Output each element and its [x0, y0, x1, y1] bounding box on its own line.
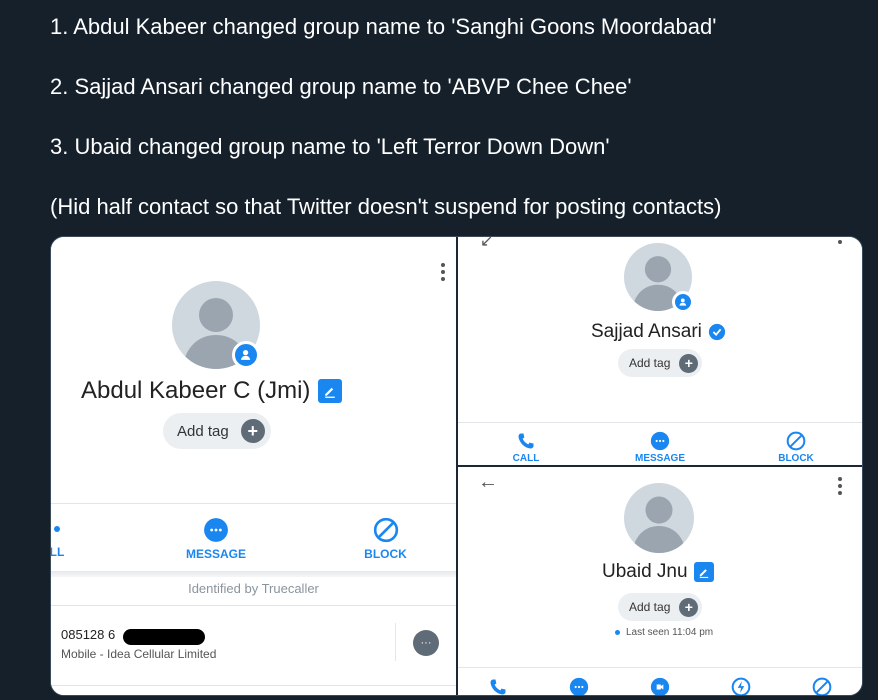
more-options-icon[interactable]	[838, 240, 842, 244]
flash-icon[interactable]	[731, 677, 751, 695]
add-tag-label: Add tag	[629, 600, 671, 614]
phone-icon	[518, 433, 534, 449]
add-tag-button[interactable]: Add tag +	[618, 593, 703, 621]
block-icon	[373, 517, 398, 543]
divider	[458, 422, 862, 423]
contact-name-text: Ubaid Jnu	[602, 561, 688, 582]
last-seen-text: Last seen 11:04 pm	[626, 627, 714, 638]
call-button[interactable]: LL	[51, 517, 77, 559]
chat-icon[interactable]: ···	[413, 630, 439, 656]
add-tag-button[interactable]: Add tag +	[163, 413, 271, 449]
message-icon	[204, 518, 228, 542]
add-tag-label: Add tag	[177, 422, 229, 440]
back-arrow-icon[interactable]: ←	[478, 471, 498, 494]
screenshot-sajjad: ↙ Sajjad Ansari Add tag + CALL MESSAGE B…	[458, 237, 862, 465]
divider	[51, 685, 456, 686]
edit-icon[interactable]	[693, 562, 714, 582]
call-button[interactable]: CALL	[506, 431, 546, 464]
verified-icon	[708, 323, 726, 341]
tweet-line-3: 3. Ubaid changed group name to 'Left Ter…	[50, 134, 610, 159]
contact-name: Sajjad Ansari	[591, 321, 726, 343]
block-icon[interactable]	[812, 677, 832, 695]
online-dot-icon	[615, 630, 620, 635]
divider	[51, 605, 456, 606]
call-label: LL	[51, 545, 65, 559]
tweet-line-4: (Hid half contact so that Twitter doesn'…	[50, 194, 722, 219]
plus-icon: +	[679, 353, 699, 373]
tweet-line-2: 2. Sajjad Ansari changed group name to '…	[50, 74, 632, 99]
tweet-media[interactable]: Abdul Kabeer C (Jmi) Add tag + LL MESSAG…	[50, 236, 863, 696]
block-button[interactable]: BLOCK	[358, 517, 413, 561]
more-options-icon[interactable]	[837, 477, 843, 495]
block-label: BLOCK	[778, 453, 814, 464]
more-options-icon[interactable]	[440, 263, 446, 281]
edit-icon[interactable]	[318, 379, 343, 403]
message-label: MESSAGE	[634, 453, 685, 464]
add-tag-label: Add tag	[629, 356, 671, 370]
phone-icon[interactable]	[488, 677, 508, 695]
contact-name: Ubaid Jnu	[602, 561, 714, 583]
divider	[458, 667, 862, 668]
avatar	[624, 483, 694, 553]
block-icon	[786, 431, 806, 451]
call-label: CALL	[512, 453, 540, 464]
plus-icon: +	[240, 419, 265, 443]
carrier-label: Mobile - Idea Cellular Limited	[61, 647, 217, 661]
contact-badge-icon	[672, 291, 694, 313]
block-button[interactable]: BLOCK	[774, 431, 818, 464]
screenshot-ubaid: ← Ubaid Jnu Add tag + Last seen 11:04 pm	[458, 467, 862, 695]
identified-by-label: Identified by Truecaller	[188, 581, 319, 596]
back-arrow-icon[interactable]: ↙	[480, 237, 493, 251]
video-call-icon[interactable]	[650, 677, 670, 695]
message-button[interactable]: MESSAGE	[628, 431, 692, 464]
plus-icon: +	[679, 597, 699, 617]
last-seen-status: Last seen 11:04 pm	[615, 627, 713, 638]
redaction-bar	[123, 629, 205, 645]
phone-number: 085128 6	[61, 627, 116, 642]
tweet-line-1: 1. Abdul Kabeer changed group name to 'S…	[50, 14, 717, 39]
contact-name-text: Sajjad Ansari	[591, 321, 702, 342]
message-button[interactable]: MESSAGE	[181, 517, 251, 561]
tweet-text: 1. Abdul Kabeer changed group name to 'S…	[50, 12, 870, 252]
contact-badge-icon	[232, 341, 260, 369]
screenshot-abdul: Abdul Kabeer C (Jmi) Add tag + LL MESSAG…	[51, 237, 456, 695]
add-tag-button[interactable]: Add tag +	[618, 349, 703, 377]
phone-icon	[54, 526, 60, 532]
message-label: MESSAGE	[185, 547, 246, 561]
message-icon	[650, 431, 670, 451]
divider-vertical	[395, 623, 396, 661]
block-label: BLOCK	[364, 547, 407, 561]
message-icon[interactable]	[569, 677, 589, 695]
contact-name: Abdul Kabeer C (Jmi)	[81, 377, 343, 405]
contact-name-text: Abdul Kabeer C (Jmi)	[81, 377, 311, 404]
divider	[51, 503, 456, 504]
section-shadow	[51, 571, 456, 577]
